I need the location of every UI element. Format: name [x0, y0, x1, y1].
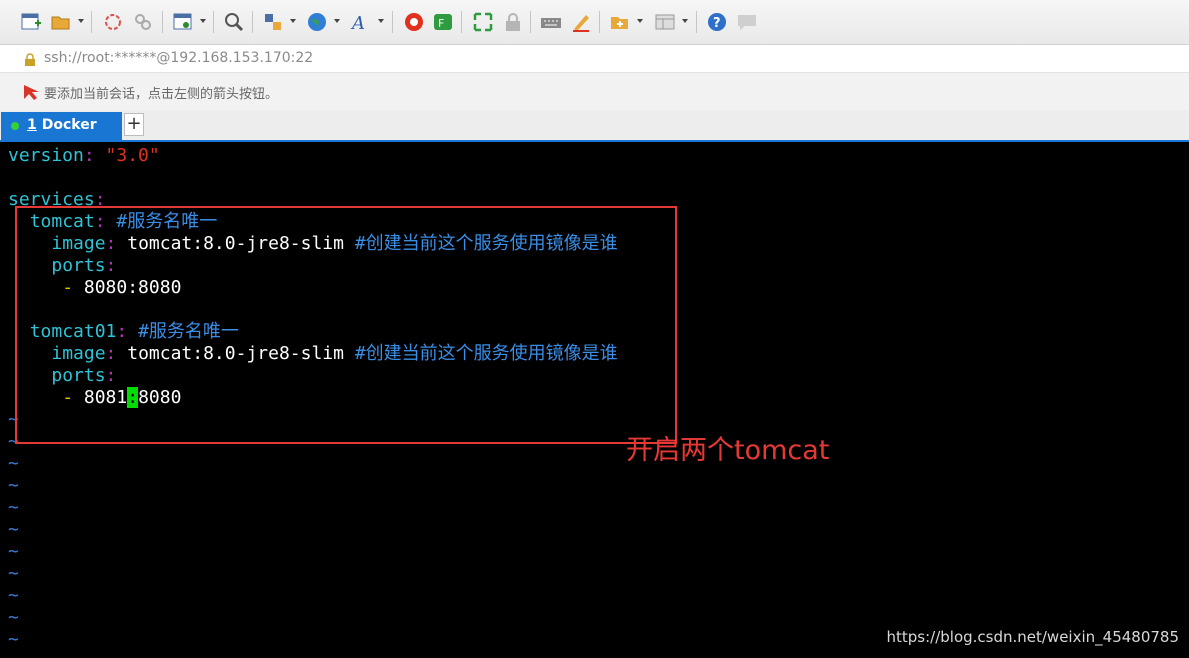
reconnect-icon[interactable] [102, 11, 124, 33]
toolbar-separator [461, 11, 462, 33]
image-value: tomcat:8.0-jre8-slim [127, 343, 344, 364]
fullscreen-icon[interactable] [472, 11, 494, 33]
tab-title: Docker [41, 117, 97, 133]
font-icon[interactable]: A [350, 11, 372, 33]
yaml-key: version [8, 145, 84, 166]
chat-icon[interactable] [736, 11, 758, 33]
hint-text: 要添加当前会话，点击左侧的箭头按钮。 [44, 87, 279, 102]
code-line: ports: [51, 255, 117, 276]
layout-icon[interactable] [654, 11, 676, 33]
terminal[interactable]: version: "3.0" services: tomcat: #服务名唯一 … [0, 142, 1189, 658]
empty-line-tilde: ~ [8, 563, 19, 584]
port-mapping: 8081 [83, 387, 128, 408]
toolbar-separator [213, 11, 214, 33]
yaml-key: ports [51, 365, 106, 386]
tab-label: 1 Docker [27, 117, 97, 133]
toolbar-separator [91, 11, 92, 33]
disconnect-icon[interactable] [132, 11, 154, 33]
service-name: tomcat01 [29, 321, 117, 342]
font-dropdown-icon[interactable] [378, 19, 384, 23]
address-text: ssh://root:******@192.168.153.170:22 [44, 50, 314, 66]
lock-icon [24, 52, 36, 71]
yaml-comment: #创建当前这个服务使用镜像是谁 [354, 233, 618, 254]
transfer-dropdown-icon[interactable] [290, 19, 296, 23]
code-line: - 8080:8080 [62, 277, 182, 298]
toolbar-separator [392, 11, 393, 33]
code-line: image: tomcat:8.0-jre8-slim #创建当前这个服务使用镜… [51, 233, 618, 254]
yaml-key: ports [51, 255, 106, 276]
toolbar: A F ? [0, 0, 1189, 45]
code-line: version: "3.0" [8, 145, 160, 166]
tab-docker[interactable]: 1 Docker [1, 112, 122, 140]
code-line: - 8081:8080 [62, 387, 182, 408]
lock-icon[interactable] [502, 11, 524, 33]
open-folder-dropdown-icon[interactable] [78, 19, 84, 23]
code-line: tomcat: #服务名唯一 [29, 211, 218, 232]
highlight-pen-icon[interactable] [570, 11, 592, 33]
code-line: services: [8, 189, 106, 210]
toolbar-separator [530, 11, 531, 33]
new-session-icon[interactable] [20, 11, 42, 33]
yaml-key: image [51, 343, 106, 364]
tab-number: 1 [27, 117, 37, 133]
layout-dropdown-icon[interactable] [682, 19, 688, 23]
yaml-key: image [51, 233, 106, 254]
image-value: tomcat:8.0-jre8-slim [127, 233, 344, 254]
empty-line-tilde: ~ [8, 585, 19, 606]
code-line: image: tomcat:8.0-jre8-slim #创建当前这个服务使用镜… [51, 343, 618, 364]
toolbar-separator [696, 11, 697, 33]
code-line: tomcat01: #服务名唯一 [29, 321, 239, 342]
yaml-key: services [8, 189, 95, 210]
yaml-comment: #服务名唯一 [138, 321, 239, 342]
transfer-icon[interactable] [262, 11, 284, 33]
service-name: tomcat [29, 211, 95, 232]
xshell-green-icon[interactable]: F [432, 11, 454, 33]
yaml-string: "3.0" [105, 145, 160, 166]
svg-text:F: F [438, 17, 444, 30]
empty-line-tilde: ~ [8, 409, 19, 430]
empty-line-tilde: ~ [8, 629, 19, 650]
new-tab-group-icon[interactable] [609, 11, 631, 33]
empty-line-tilde: ~ [8, 607, 19, 628]
svg-text:?: ? [713, 16, 721, 31]
port-mapping: 8080:8080 [83, 277, 182, 298]
connected-status-icon [11, 122, 19, 130]
new-tab-group-dropdown-icon[interactable] [637, 19, 643, 23]
empty-line-tilde: ~ [8, 475, 19, 496]
port-mapping: 8080 [138, 387, 182, 408]
toolbar-separator [252, 11, 253, 33]
yaml-comment: #服务名唯一 [116, 211, 218, 232]
yaml-comment: #创建当前这个服务使用镜像是谁 [354, 343, 618, 364]
toolbar-separator [599, 11, 600, 33]
find-icon[interactable] [223, 11, 245, 33]
help-icon[interactable]: ? [706, 11, 728, 33]
watermark: https://blog.csdn.net/weixin_45480785 [886, 628, 1179, 646]
empty-line-tilde: ~ [8, 453, 19, 474]
annotation-text: 开启两个tomcat [626, 435, 830, 466]
text-cursor: : [127, 387, 139, 408]
tab-bar: 1 Docker + [0, 110, 1189, 142]
empty-line-tilde: ~ [8, 519, 19, 540]
keyboard-icon[interactable] [540, 11, 562, 33]
add-session-arrow-icon[interactable] [22, 83, 40, 105]
code-line: ports: [51, 365, 117, 386]
properties-dropdown-icon[interactable] [200, 19, 206, 23]
toolbar-separator [162, 11, 163, 33]
address-bar[interactable]: ssh://root:******@192.168.153.170:22 [0, 45, 1189, 73]
new-tab-button[interactable]: + [124, 113, 144, 136]
globe-dropdown-icon[interactable] [334, 19, 340, 23]
hint-bar: 要添加当前会话，点击左侧的箭头按钮。 [0, 73, 1189, 110]
globe-icon[interactable] [306, 11, 328, 33]
properties-icon[interactable] [172, 11, 194, 33]
open-folder-icon[interactable] [50, 11, 72, 33]
empty-line-tilde: ~ [8, 541, 19, 562]
empty-line-tilde: ~ [8, 497, 19, 518]
svg-text:A: A [350, 13, 365, 33]
xftp-icon[interactable] [403, 11, 425, 33]
empty-line-tilde: ~ [8, 431, 19, 452]
